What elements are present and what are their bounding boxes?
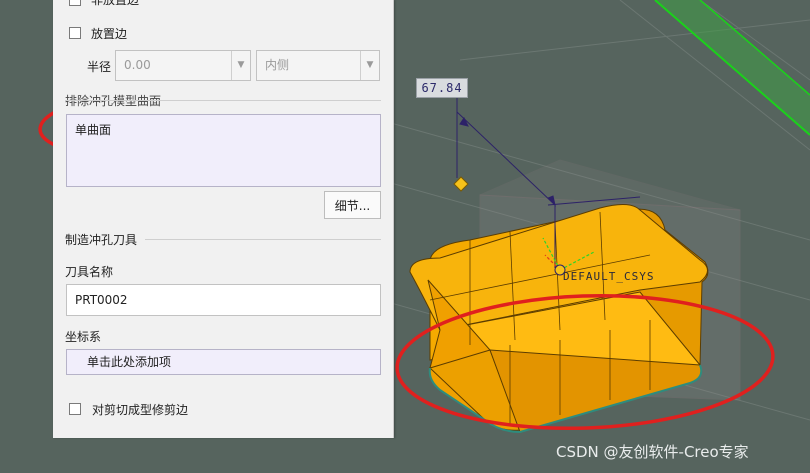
dimension-value-label[interactable]: 67.84 xyxy=(416,78,468,98)
surface-collector[interactable]: 单曲面 xyxy=(66,114,381,187)
tool-name-label: 刀具名称 xyxy=(65,265,114,279)
csys-name-label: DEFAULT_CSYS xyxy=(563,270,655,283)
radius-dropdown-icon[interactable]: ▼ xyxy=(231,51,250,80)
trim-edges-checkbox[interactable] xyxy=(69,403,81,415)
place-edge-checkbox[interactable] xyxy=(69,27,81,39)
section-divider xyxy=(65,100,381,101)
datum-plane-green xyxy=(654,0,810,136)
radius-input[interactable]: 0.00 ▼ xyxy=(115,50,251,81)
tool-name-input[interactable]: PRT0002 xyxy=(66,284,381,316)
side-select[interactable]: 内侧 ▼ xyxy=(256,50,380,81)
watermark-text: CSDN @友创软件-Creo专家 xyxy=(556,443,749,461)
tool-name-value: PRT0002 xyxy=(75,293,128,307)
surface-collector-value: 单曲面 xyxy=(75,123,112,137)
tool-section-title: 制造冲孔刀具 xyxy=(65,233,138,247)
dimension-drag-handle[interactable] xyxy=(453,176,469,192)
top-partial-checkbox-label: 非放置边 xyxy=(91,0,140,7)
place-edge-label: 放置边 xyxy=(91,27,128,41)
details-button[interactable]: 细节... xyxy=(324,191,381,219)
side-value: 内侧 xyxy=(265,58,290,72)
tool-section-divider xyxy=(145,239,381,240)
radius-value: 0.00 xyxy=(124,58,151,72)
top-partial-checkbox[interactable] xyxy=(69,0,81,6)
punch-options-panel: 非放置边 放置边 半径 0.00 ▼ 内侧 ▼ 排除冲孔模型曲面 单曲面 细节.… xyxy=(53,0,394,438)
side-dropdown-icon[interactable]: ▼ xyxy=(360,51,379,80)
csys-collector-placeholder: 单击此处添加项 xyxy=(87,355,172,369)
trim-edges-label: 对剪切成型修剪边 xyxy=(92,403,189,417)
csys-field-label: 坐标系 xyxy=(65,330,102,344)
radius-label: 半径 xyxy=(87,60,112,74)
csys-collector[interactable]: 单击此处添加项 xyxy=(66,349,381,375)
